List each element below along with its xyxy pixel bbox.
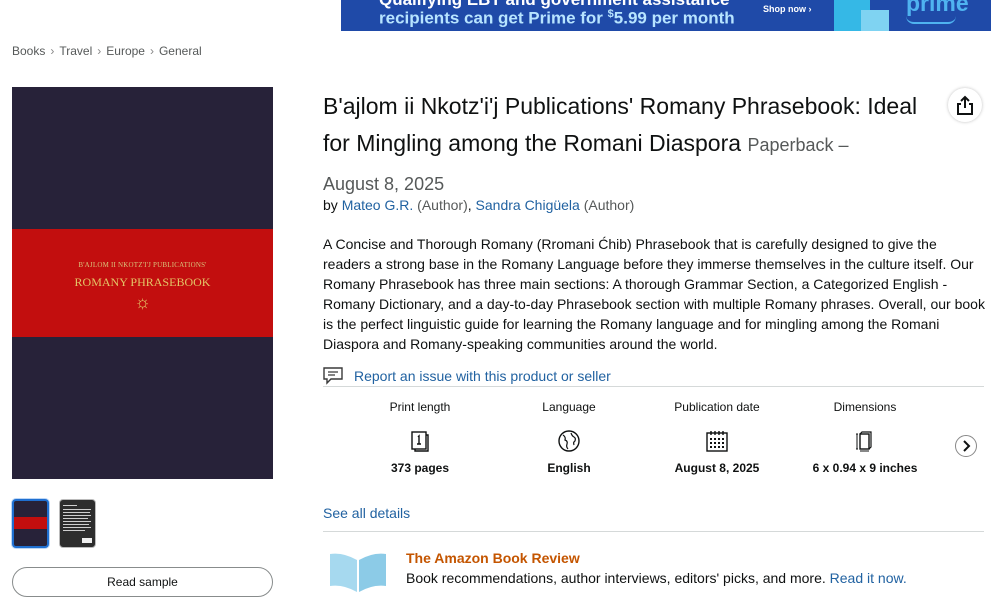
calendar-icon: [706, 431, 728, 452]
book-review-text: Book recommendations, author interviews,…: [406, 570, 907, 586]
cover-title-text: ROMANY PHRASEBOOK: [74, 275, 211, 289]
thumbnail-text-line: [63, 530, 85, 531]
breadcrumb-general[interactable]: General: [159, 44, 202, 58]
breadcrumb-books[interactable]: Books: [12, 44, 45, 58]
thumbnail-text-line: [63, 515, 91, 516]
detail-publication-date[interactable]: Publication date August 8, 2025: [642, 400, 792, 475]
thumbnail-text-line: [63, 524, 89, 525]
author-link[interactable]: Mateo G.R.: [342, 197, 414, 213]
prime-logo: prime: [906, 0, 969, 16]
thumbnail-band: [14, 517, 47, 529]
detail-label: Print length: [389, 400, 451, 414]
open-book-icon: [330, 553, 386, 592]
thumbnail-text-line: [63, 512, 90, 513]
read-it-now-link[interactable]: Read it now.: [830, 570, 907, 586]
breadcrumb-separator: ›: [97, 44, 102, 58]
detail-label: Language: [542, 400, 596, 414]
read-sample-button[interactable]: Read sample: [12, 567, 273, 597]
dimensions-icon: [856, 431, 872, 452]
publication-date-heading: August 8, 2025: [323, 174, 445, 194]
cover-red-band: B'AJLOM II NKOTZ'I'J PUBLICATIONS' ROMAN…: [12, 229, 273, 337]
prime-ad-banner[interactable]: Qualifying EBT and government assistance…: [341, 0, 991, 31]
detail-print-length[interactable]: Print length 373 pages: [345, 400, 495, 475]
author-byline: by Mateo G.R. (Author), Sandra Chigüela …: [323, 197, 634, 213]
sun-emblem-icon: ☼: [134, 292, 151, 312]
thumbnail-text-line: [63, 521, 91, 522]
thumbnail-front-cover[interactable]: [12, 499, 49, 548]
detail-label: Publication date: [674, 400, 760, 414]
globe-icon: [558, 430, 580, 452]
thumbnail-barcode: [82, 538, 92, 543]
thumbnail-text-line: [63, 518, 88, 519]
detail-value: 373 pages: [390, 461, 450, 475]
author-link[interactable]: Sandra Chigüela: [476, 197, 580, 213]
byline-prefix: by: [323, 197, 338, 213]
book-pages-icon: [411, 431, 429, 452]
breadcrumb-separator: ›: [50, 44, 55, 58]
detail-value: August 8, 2025: [674, 461, 760, 475]
detail-label: Dimensions: [833, 400, 897, 414]
detail-language[interactable]: Language English: [494, 400, 644, 475]
book-cover-image[interactable]: B'AJLOM II NKOTZ'I'J PUBLICATIONS' ROMAN…: [12, 87, 273, 479]
thumbnail-text-line: [63, 527, 91, 528]
detail-value: English: [547, 461, 591, 475]
breadcrumb-europe[interactable]: Europe: [106, 44, 145, 58]
see-all-details-link[interactable]: See all details: [323, 505, 410, 521]
detail-dimensions[interactable]: Dimensions 6 x 0.94 x 9 inches: [790, 400, 940, 475]
detail-value: 6 x 0.94 x 9 inches: [812, 461, 918, 475]
share-button[interactable]: [948, 88, 982, 122]
author-role: (Author): [417, 197, 468, 213]
report-flag-icon: [323, 367, 343, 385]
author-separator: ,: [467, 197, 472, 213]
ad-shop-now-button[interactable]: Shop now ›: [763, 4, 812, 14]
format-label: Paperback –: [747, 135, 849, 155]
ad-subline: recipients can get Prime for $5.99 per m…: [379, 8, 735, 28]
chevron-right-icon: [963, 440, 971, 452]
book-description: A Concise and Thorough Romany (Rromani Ć…: [323, 236, 985, 352]
carousel-next-button[interactable]: [955, 435, 977, 457]
divider: [323, 531, 984, 532]
author-role: (Author): [583, 197, 635, 213]
prime-smile-logo: [906, 16, 956, 24]
breadcrumb: Books › Travel › Europe › General: [12, 44, 202, 58]
breadcrumb-travel[interactable]: Travel: [59, 44, 92, 58]
book-review-title[interactable]: The Amazon Book Review: [406, 550, 580, 566]
thumbnail-back-cover[interactable]: [59, 499, 96, 548]
product-title-block: B'ajlom ii Nkotz'i'j Publications' Roman…: [323, 88, 943, 203]
thumbnail-text-line: [63, 505, 77, 506]
thumbnail-text-line: [63, 509, 91, 510]
divider: [323, 386, 984, 387]
cover-publisher-text: B'AJLOM II NKOTZ'I'J PUBLICATIONS': [78, 261, 207, 269]
report-issue-text[interactable]: Report an issue with this product or sel…: [354, 368, 611, 384]
breadcrumb-separator: ›: [149, 44, 154, 58]
ad-illustration-2: [861, 10, 889, 31]
share-icon: [957, 95, 973, 115]
product-details-carousel: Print length 373 pages Language English …: [323, 400, 963, 495]
